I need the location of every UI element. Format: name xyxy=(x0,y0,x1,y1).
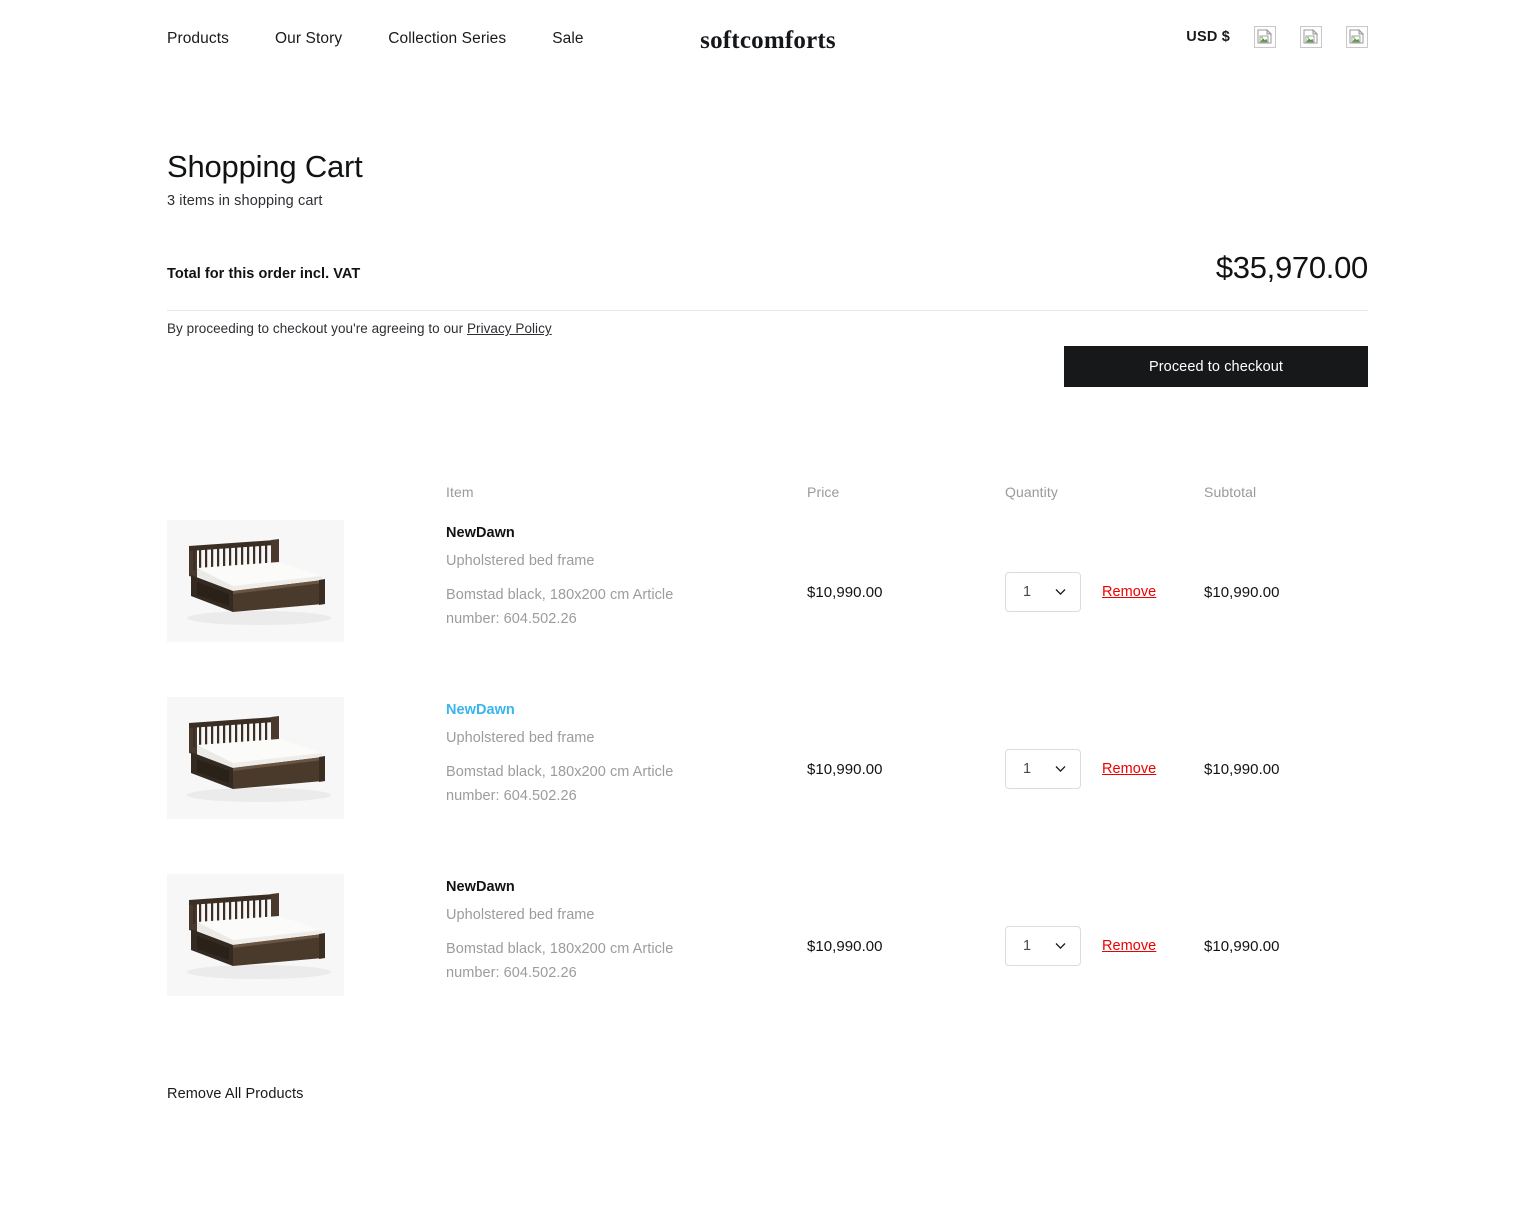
privacy-policy-link[interactable]: Privacy Policy xyxy=(467,321,552,336)
column-header-subtotal: Subtotal xyxy=(1204,484,1256,500)
product-meta: Bomstad black, 180x200 cm Article number… xyxy=(446,938,678,985)
broken-image-icon-cart[interactable] xyxy=(1346,26,1368,48)
product-title-link[interactable]: NewDawn xyxy=(446,525,515,541)
table-row: NewDawn Upholstered bed frame Bomstad bl… xyxy=(167,689,1368,866)
product-price: $10,990.00 xyxy=(807,938,883,955)
product-title-link[interactable]: NewDawn xyxy=(446,702,515,718)
site-header: Products Our Story Collection Series Sal… xyxy=(0,0,1536,80)
quantity-cell: 1 Remove xyxy=(1005,572,1156,612)
product-title-link[interactable]: NewDawn xyxy=(446,879,515,895)
header-utilities: USD $ xyxy=(1186,26,1368,48)
product-description: Upholstered bed frame xyxy=(446,730,696,747)
product-meta: Bomstad black, 180x200 cm Article number… xyxy=(446,584,678,631)
order-total-label: Total for this order incl. VAT xyxy=(167,266,360,282)
column-header-price: Price xyxy=(807,484,839,500)
product-subtotal: $10,990.00 xyxy=(1204,938,1280,955)
page-title: Shopping Cart xyxy=(167,148,363,185)
broken-image-icon-search[interactable] xyxy=(1254,26,1276,48)
remove-item-link[interactable]: Remove xyxy=(1102,584,1156,600)
quantity-select[interactable]: 1 xyxy=(1005,572,1081,612)
quantity-cell: 1 Remove xyxy=(1005,926,1156,966)
product-thumbnail[interactable] xyxy=(167,874,344,996)
column-header-quantity: Quantity xyxy=(1005,484,1058,500)
quantity-select[interactable]: 1 xyxy=(1005,926,1081,966)
cart-items-table: Item Price Quantity Subtotal xyxy=(167,470,1368,1043)
quantity-value: 1 xyxy=(1023,761,1031,777)
currency-selector[interactable]: USD $ xyxy=(1186,29,1230,45)
quantity-value: 1 xyxy=(1023,584,1031,600)
cart-heading-block: Shopping Cart 3 items in shopping cart xyxy=(167,148,363,209)
proceed-to-checkout-button[interactable]: Proceed to checkout xyxy=(1064,346,1368,387)
product-info: NewDawn Upholstered bed frame Bomstad bl… xyxy=(446,701,696,808)
product-subtotal: $10,990.00 xyxy=(1204,584,1280,601)
table-row: NewDawn Upholstered bed frame Bomstad bl… xyxy=(167,512,1368,689)
product-description: Upholstered bed frame xyxy=(446,553,696,570)
remove-item-link[interactable]: Remove xyxy=(1102,761,1156,777)
table-row: NewDawn Upholstered bed frame Bomstad bl… xyxy=(167,866,1368,1043)
chevron-down-icon xyxy=(1055,589,1066,596)
policy-text: By proceeding to checkout you're agreein… xyxy=(167,321,463,336)
product-subtotal: $10,990.00 xyxy=(1204,761,1280,778)
order-total-row: Total for this order incl. VAT $35,970.0… xyxy=(167,252,1368,283)
product-price: $10,990.00 xyxy=(807,761,883,778)
product-info: NewDawn Upholstered bed frame Bomstad bl… xyxy=(446,524,696,631)
product-price: $10,990.00 xyxy=(807,584,883,601)
order-total-value: $35,970.00 xyxy=(1216,252,1368,283)
chevron-down-icon xyxy=(1055,766,1066,773)
quantity-cell: 1 Remove xyxy=(1005,749,1156,789)
product-meta: Bomstad black, 180x200 cm Article number… xyxy=(446,761,678,808)
broken-image-icon-account[interactable] xyxy=(1300,26,1322,48)
remove-item-link[interactable]: Remove xyxy=(1102,938,1156,954)
quantity-select[interactable]: 1 xyxy=(1005,749,1081,789)
policy-agreement-text: By proceeding to checkout you're agreein… xyxy=(167,321,552,336)
remove-all-products-link[interactable]: Remove All Products xyxy=(167,1086,304,1102)
cart-table-header: Item Price Quantity Subtotal xyxy=(167,470,1368,512)
cart-item-count: 3 items in shopping cart xyxy=(167,193,363,209)
quantity-value: 1 xyxy=(1023,938,1031,954)
product-description: Upholstered bed frame xyxy=(446,907,696,924)
product-info: NewDawn Upholstered bed frame Bomstad bl… xyxy=(446,878,696,985)
chevron-down-icon xyxy=(1055,943,1066,950)
product-thumbnail[interactable] xyxy=(167,520,344,642)
page-root: Products Our Story Collection Series Sal… xyxy=(0,0,1536,1217)
total-divider xyxy=(167,310,1368,311)
product-thumbnail[interactable] xyxy=(167,697,344,819)
column-header-item: Item xyxy=(446,484,474,500)
